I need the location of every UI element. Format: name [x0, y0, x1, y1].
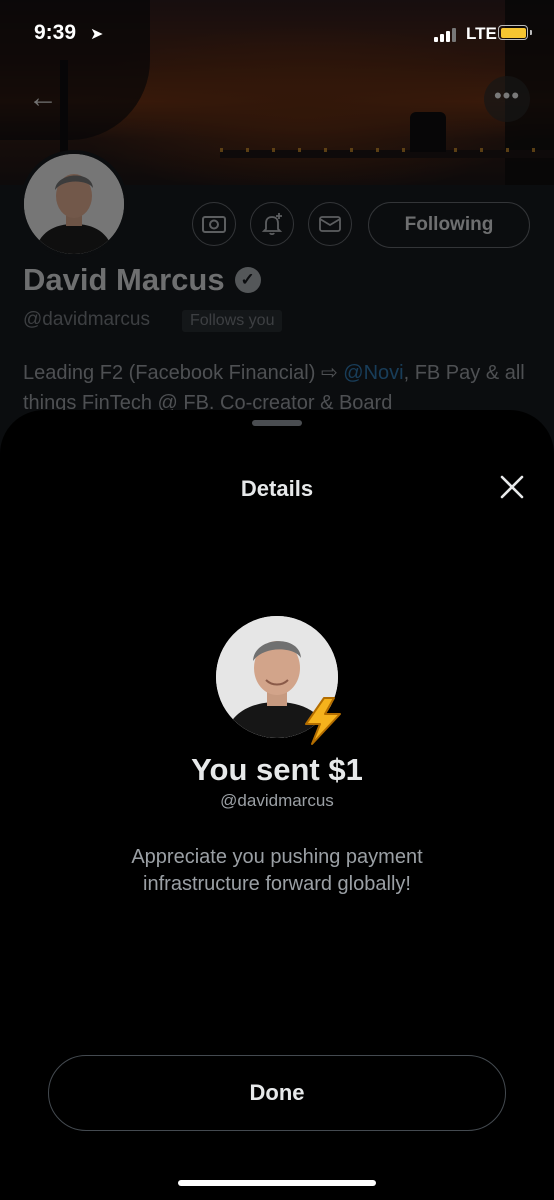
battery-icon	[498, 25, 532, 40]
sent-amount: You sent $1	[191, 752, 363, 787]
done-button[interactable]: Done	[48, 1055, 506, 1131]
tip-message: Appreciate you pushing payment infrastru…	[131, 846, 423, 895]
cellular-signal-icon	[434, 27, 456, 42]
sheet-title: Details	[240, 476, 314, 501]
status-bar: 9:39 ➤ LTE	[0, 0, 554, 66]
status-time: 9:39	[34, 21, 77, 44]
close-button[interactable]	[494, 472, 530, 508]
lightning-bolt-icon	[305, 697, 341, 745]
details-sheet: Details You sent $1 @davidmarcus Appreci…	[0, 410, 554, 1200]
close-icon	[500, 475, 524, 499]
home-indicator[interactable]	[178, 1180, 376, 1186]
location-arrow-icon: ➤	[90, 26, 104, 43]
recipient-handle: @davidmarcus	[220, 791, 334, 810]
network-type: LTE	[466, 24, 497, 43]
sheet-grabber[interactable]	[252, 420, 302, 426]
